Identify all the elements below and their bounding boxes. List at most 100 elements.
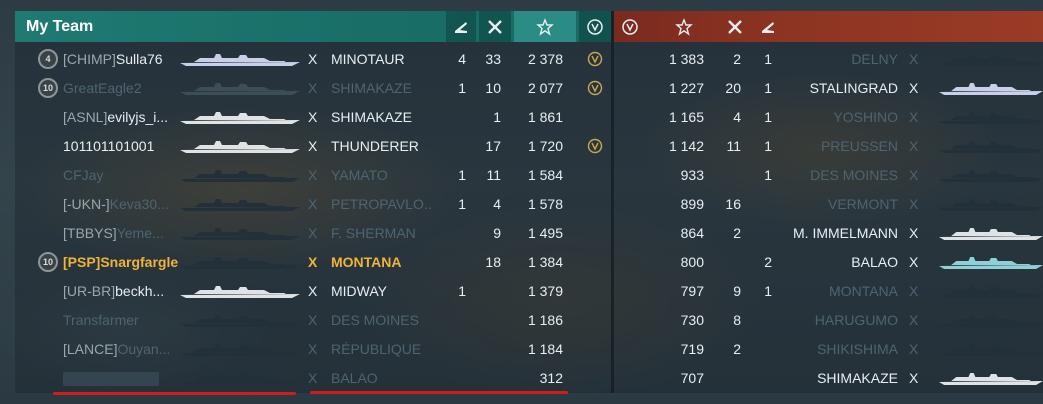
clan-tag: [-UKN-]	[63, 196, 110, 212]
planes-destroyed: 1	[764, 109, 772, 125]
ship-class-marker: X	[909, 138, 919, 154]
enemy-team-panel: 1 383 2 1 DELNY X 1 227 20 1 STALINGRAD X 1 165 4 1 Y…	[614, 11, 1043, 393]
destroyed-planes-icon	[455, 21, 467, 33]
base-xp: 1 384	[527, 254, 563, 270]
planes-destroyed: 1	[764, 283, 772, 299]
enemy-row[interactable]: 864 2 M. IMMELMANN X	[614, 219, 1043, 248]
player-row[interactable]: 10 GreatEagle2 X SHIMAKAZE 1 10 2 077	[15, 74, 611, 103]
enemy-team-header	[614, 11, 1043, 42]
ship-name: DES MOINES	[810, 167, 898, 183]
ship-name: VERMONT	[828, 196, 898, 212]
hidden-player-name	[63, 372, 159, 386]
kills-count: 9	[733, 283, 741, 299]
player-row[interactable]: [UR-BR]beckh... X MIDWAY 1 1 379	[15, 277, 611, 306]
enemy-row[interactable]: 800 2 BALAO X	[614, 248, 1043, 277]
enemy-row[interactable]: 1 142 11 1 PREUSSEN X	[614, 132, 1043, 161]
player-name: 101101101001	[63, 138, 155, 154]
ship-silhouette-icon	[939, 343, 1043, 357]
enemy-row[interactable]: 899 16 VERMONT X	[614, 190, 1043, 219]
ship-class-marker: X	[308, 312, 318, 328]
ship-name: MONTANA	[331, 254, 402, 270]
clan-tag: [ASNL]	[63, 109, 108, 125]
player-row[interactable]: 101101101001 X THUNDERER 17 1 720	[15, 132, 611, 161]
ship-class-marker: X	[308, 109, 318, 125]
col-xp-header-enemy[interactable]	[654, 11, 714, 42]
enemy-row[interactable]: 797 9 1 MONTANA X	[614, 277, 1043, 306]
clan-tag: [PSP]	[63, 254, 101, 270]
ship-name: SHIMAKAZE	[331, 80, 412, 96]
base-xp-star-icon	[536, 17, 554, 36]
planes-destroyed: 1	[458, 196, 466, 212]
base-xp: 1 720	[527, 138, 563, 154]
col-xp-header[interactable]	[514, 11, 576, 42]
planes-destroyed: 2	[764, 254, 772, 270]
ship-silhouette-icon	[180, 372, 300, 386]
ship-name: SHIMAKAZE	[817, 370, 898, 386]
ship-class-marker: X	[909, 225, 919, 241]
player-row[interactable]: [LANCE]Ouyan... X RÉPUBLIQUE 1 184	[15, 335, 611, 364]
service-level-badge: 4	[38, 49, 58, 69]
ship-class-marker: X	[909, 283, 919, 299]
player-name: evilyjs_i...	[107, 109, 169, 125]
base-xp: 1 165	[668, 109, 704, 125]
player-name: Yeme...	[116, 225, 164, 241]
player-row[interactable]: [ASNL]evilyjs_i... X SHIMAKAZE 1 1 861	[15, 103, 611, 132]
player-row[interactable]: [TBBYS]Yeme... X F. SHERMAN 9 1 495	[15, 219, 611, 248]
ship-silhouette-icon	[180, 256, 300, 270]
kills-icon	[488, 19, 502, 34]
ship-name: YAMATO	[331, 167, 388, 183]
col-kills-header[interactable]	[479, 11, 511, 42]
ship-silhouette-icon	[180, 198, 300, 212]
base-xp: 1 578	[527, 196, 563, 212]
enemy-row[interactable]: 1 165 4 1 YOSHINO X	[614, 103, 1043, 132]
col-planes-header-enemy[interactable]	[752, 11, 784, 42]
player-name: beckh...	[115, 283, 165, 299]
enemy-row[interactable]: 707 SHIMAKAZE X	[614, 364, 1043, 393]
player-row[interactable]: 4 [CHIMP]Sulla76 X MINOTAUR 4 33 2 378	[15, 45, 611, 74]
col-planes-header[interactable]	[446, 11, 476, 42]
ship-class-marker: X	[909, 196, 919, 212]
achievement-medal-icon	[587, 138, 603, 154]
player-row[interactable]: X BALAO 312	[15, 364, 611, 393]
team-title: My Team	[26, 17, 94, 35]
base-xp: 719	[680, 341, 704, 357]
enemy-row[interactable]: 933 1 DES MOINES X	[614, 161, 1043, 190]
player-row[interactable]: [-UKN-]Keva30... X PETROPAVLO... 1 4 1 578	[15, 190, 611, 219]
enemy-row[interactable]: 719 2 SHIKISHIMA X	[614, 335, 1043, 364]
base-xp: 800	[680, 254, 704, 270]
base-xp: 1 584	[527, 167, 563, 183]
ship-silhouette-icon	[939, 140, 1043, 154]
base-xp: 1 227	[668, 80, 704, 96]
base-xp: 864	[680, 225, 704, 241]
planes-destroyed: 1	[764, 51, 772, 67]
kills-count: 2	[733, 225, 741, 241]
player-row[interactable]: Transfarmer X DES MOINES 1 186	[15, 306, 611, 335]
achievement-icon	[587, 18, 603, 35]
ship-silhouette-icon	[180, 111, 300, 125]
kills-count: 9	[493, 225, 501, 241]
planes-destroyed: 1	[458, 283, 466, 299]
base-xp: 1 184	[527, 341, 563, 357]
kills-count: 10	[485, 80, 501, 96]
kills-count: 8	[733, 312, 741, 328]
ship-class-marker: X	[909, 167, 919, 183]
col-achievements-header-enemy[interactable]	[614, 11, 646, 42]
col-achievements-header[interactable]	[579, 11, 611, 42]
ship-class-marker: X	[909, 109, 919, 125]
enemy-row[interactable]: 1 227 20 1 STALINGRAD X	[614, 74, 1043, 103]
ship-class-marker: X	[909, 370, 919, 386]
ship-name: BALAO	[331, 370, 378, 386]
ship-class-marker: X	[308, 283, 318, 299]
achievement-medal-icon	[587, 80, 603, 96]
player-row[interactable]: 10 [PSP]Snargfargle X MONTANA 18 1 384	[15, 248, 611, 277]
my-team-header: My Team	[15, 11, 611, 42]
col-kills-header-enemy[interactable]	[719, 11, 751, 42]
player-row[interactable]: CFJay X YAMATO 1 11 1 584	[15, 161, 611, 190]
ship-silhouette-icon	[180, 140, 300, 154]
player-name: Snargfargle	[100, 254, 179, 270]
my-team-panel: My Team 4 [CHIMP]Sulla76 X MINOTAUR 4 33 2 378…	[15, 11, 611, 393]
enemy-row[interactable]: 730 8 HARUGUMO X	[614, 306, 1043, 335]
ship-silhouette-icon	[939, 198, 1043, 212]
kills-count: 4	[733, 109, 741, 125]
enemy-row[interactable]: 1 383 2 1 DELNY X	[614, 45, 1043, 74]
